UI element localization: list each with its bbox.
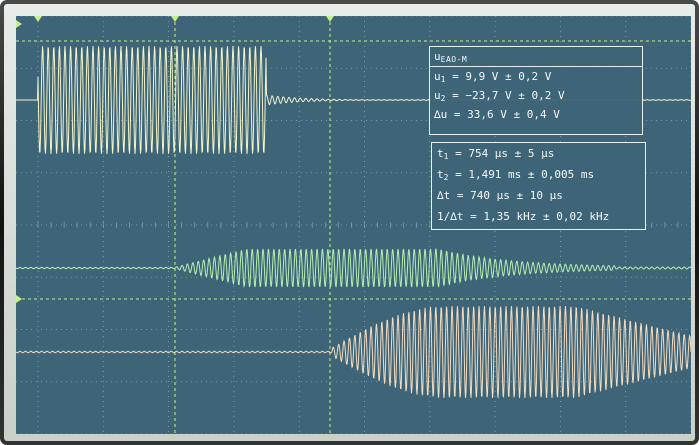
voltage-readout-title: uEAO-M: [430, 47, 642, 67]
time-readout-row-dt: ∆t = 740 µs ± 10 µs: [432, 185, 645, 206]
row-symbol: u: [434, 70, 441, 83]
ch3-trace: [16, 306, 691, 398]
oscilloscope-screen[interactable]: uEAO-M u1 = 9,9 V ± 0,2 V u2 = −23,7 V ±…: [16, 16, 691, 434]
trigger-t2-triangle-down-icon[interactable]: [326, 16, 334, 22]
trigger-origin-triangle-down-icon[interactable]: [34, 16, 42, 22]
row-value: = 740 µs ± 10 µs: [450, 189, 563, 202]
row-symbol: 1/∆t: [437, 210, 464, 223]
row-value: = 9,9 V ± 0,2 V: [445, 70, 552, 83]
time-readout-row-freq: 1/∆t = 1,35 kHz ± 0,02 kHz: [432, 206, 645, 227]
row-symbol: t: [437, 147, 444, 160]
row-symbol: ∆u: [434, 108, 448, 121]
oscilloscope-bezel: uEAO-M u1 = 9,9 V ± 0,2 V u2 = −23,7 V ±…: [4, 4, 695, 441]
time-readout-row-t2: t2 = 1,491 ms ± 0,005 ms: [432, 164, 645, 185]
row-value: = 33,6 V ± 0,4 V: [447, 108, 560, 121]
trigger-t1-triangle-down-icon[interactable]: [171, 16, 179, 22]
time-readout-row-t1: t1 = 754 µs ± 5 µs: [432, 143, 645, 164]
voltage-readout-label: u: [434, 50, 441, 63]
ch2-triangle-right-icon[interactable]: [16, 295, 22, 303]
voltage-readout-sublabel: EAO-M: [440, 55, 468, 64]
oscilloscope-window: uEAO-M u1 = 9,9 V ± 0,2 V u2 = −23,7 V ±…: [0, 0, 699, 445]
row-value: = 1,491 ms ± 0,005 ms: [448, 168, 595, 181]
voltage-readout-panel: uEAO-M u1 = 9,9 V ± 0,2 V u2 = −23,7 V ±…: [429, 46, 643, 135]
time-readout-panel: t1 = 754 µs ± 5 µs t2 = 1,491 ms ± 0,005…: [431, 142, 646, 230]
ch2-trace: [16, 248, 691, 289]
row-value: = −23,7 V ± 0,2 V: [445, 89, 565, 102]
row-value: = 754 µs ± 5 µs: [448, 147, 555, 160]
row-symbol: ∆t: [437, 189, 451, 202]
row-value: = 1,35 kHz ± 0,02 kHz: [463, 210, 610, 223]
voltage-readout-row-u2: u2 = −23,7 V ± 0,2 V: [430, 86, 642, 105]
row-symbol: t: [437, 168, 444, 181]
voltage-readout-row-u1: u1 = 9,9 V ± 0,2 V: [430, 67, 642, 86]
row-symbol: u: [434, 89, 441, 102]
voltage-readout-row-du: ∆u = 33,6 V ± 0,4 V: [430, 105, 642, 124]
ch1-triangle-right-icon[interactable]: [16, 20, 22, 28]
